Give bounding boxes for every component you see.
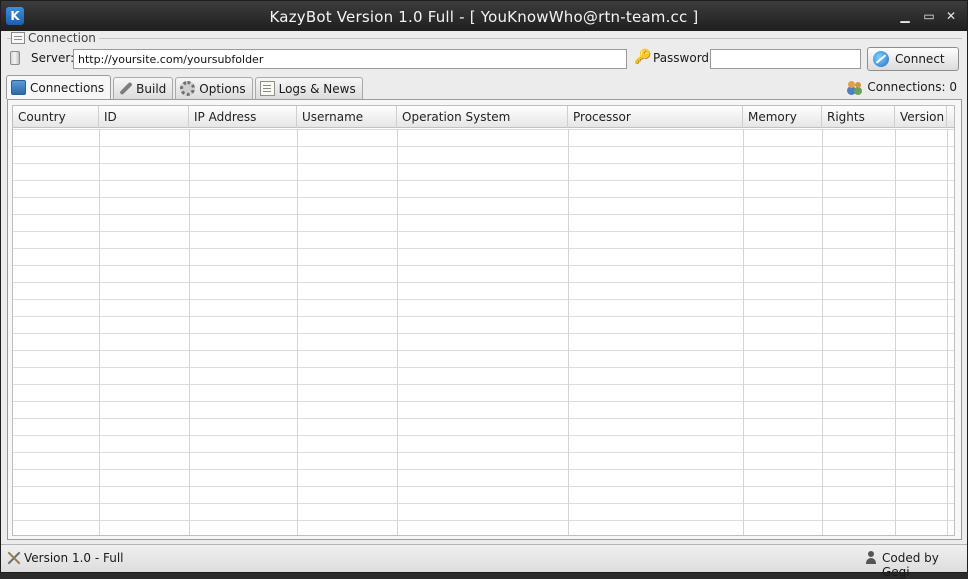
title-bar[interactable]: K KazyBot Version 1.0 Full - [ YouKnowWh… <box>1 1 967 31</box>
column-header-operation-system[interactable]: Operation System <box>397 106 568 128</box>
clipboard-icon <box>259 81 275 96</box>
connect-icon <box>873 51 889 67</box>
user-icon <box>864 550 878 566</box>
column-header-processor[interactable]: Processor <box>568 106 743 128</box>
gear-icon <box>180 81 196 96</box>
status-bar: Version 1.0 - Full Coded by Gegi <box>1 544 967 579</box>
window-title: KazyBot Version 1.0 Full - [ YouKnowWho@… <box>269 8 699 26</box>
tab-logs-news[interactable]: Logs & News <box>254 77 363 99</box>
grid-header: Country ID IP Address Username Operation… <box>13 106 954 128</box>
column-divider <box>189 129 190 535</box>
tab-label: Options <box>199 81 246 96</box>
tab-build[interactable]: Build <box>113 77 174 99</box>
tools-icon <box>6 550 22 566</box>
connections-panel: Country ID IP Address Username Operation… <box>7 99 962 540</box>
connection-group-label: Connection <box>28 31 96 45</box>
author-status: Coded by Gegi <box>882 551 939 579</box>
connect-button[interactable]: Connect <box>867 47 959 71</box>
column-header-id[interactable]: ID <box>99 106 189 128</box>
server-icon <box>10 51 20 65</box>
tab-connections[interactable]: Connections <box>6 75 112 99</box>
tab-options[interactable]: Options <box>175 77 253 99</box>
tab-label: Build <box>136 81 167 96</box>
column-divider <box>822 129 823 535</box>
connections-counter: Connections: 0 <box>847 80 957 94</box>
connections-count-text: Connections: 0 <box>867 80 957 94</box>
minimize-button[interactable]: ▁ <box>897 9 913 23</box>
column-divider <box>743 129 744 535</box>
column-divider <box>568 129 569 535</box>
server-input[interactable] <box>73 49 627 69</box>
users-icon <box>847 80 863 94</box>
column-header-rights[interactable]: Rights <box>822 106 895 128</box>
tab-label: Connections <box>30 80 105 95</box>
connect-button-label: Connect <box>895 52 945 66</box>
column-divider <box>895 129 896 535</box>
server-label: Server: <box>31 51 75 65</box>
tab-label: Logs & News <box>278 81 356 96</box>
wrench-icon <box>119 81 133 96</box>
column-divider <box>99 129 100 535</box>
password-label: Password: <box>653 51 714 65</box>
column-header-username[interactable]: Username <box>297 106 397 128</box>
maximize-button[interactable]: ▭ <box>921 9 937 23</box>
column-divider <box>297 129 298 535</box>
column-header-version[interactable]: Version <box>895 106 947 128</box>
key-icon: 🔑 <box>634 49 652 65</box>
column-header-country[interactable]: Country <box>13 106 99 128</box>
panel-icon <box>11 32 25 44</box>
column-header-memory[interactable]: Memory <box>743 106 822 128</box>
network-icon <box>11 80 26 95</box>
column-header-ip-address[interactable]: IP Address <box>189 106 297 128</box>
close-button[interactable]: ✕ <box>943 9 959 23</box>
connection-group-legend: Connection <box>11 31 99 45</box>
password-field[interactable] <box>710 49 861 69</box>
connections-grid[interactable]: Country ID IP Address Username Operation… <box>12 105 955 536</box>
main-window: K KazyBot Version 1.0 Full - [ YouKnowWh… <box>0 0 968 579</box>
tab-bar: Connections Build Options Logs & News <box>6 75 365 99</box>
column-divider <box>397 129 398 535</box>
column-divider <box>947 129 948 535</box>
version-status: Version 1.0 - Full <box>24 551 124 565</box>
grid-body[interactable] <box>13 129 954 535</box>
